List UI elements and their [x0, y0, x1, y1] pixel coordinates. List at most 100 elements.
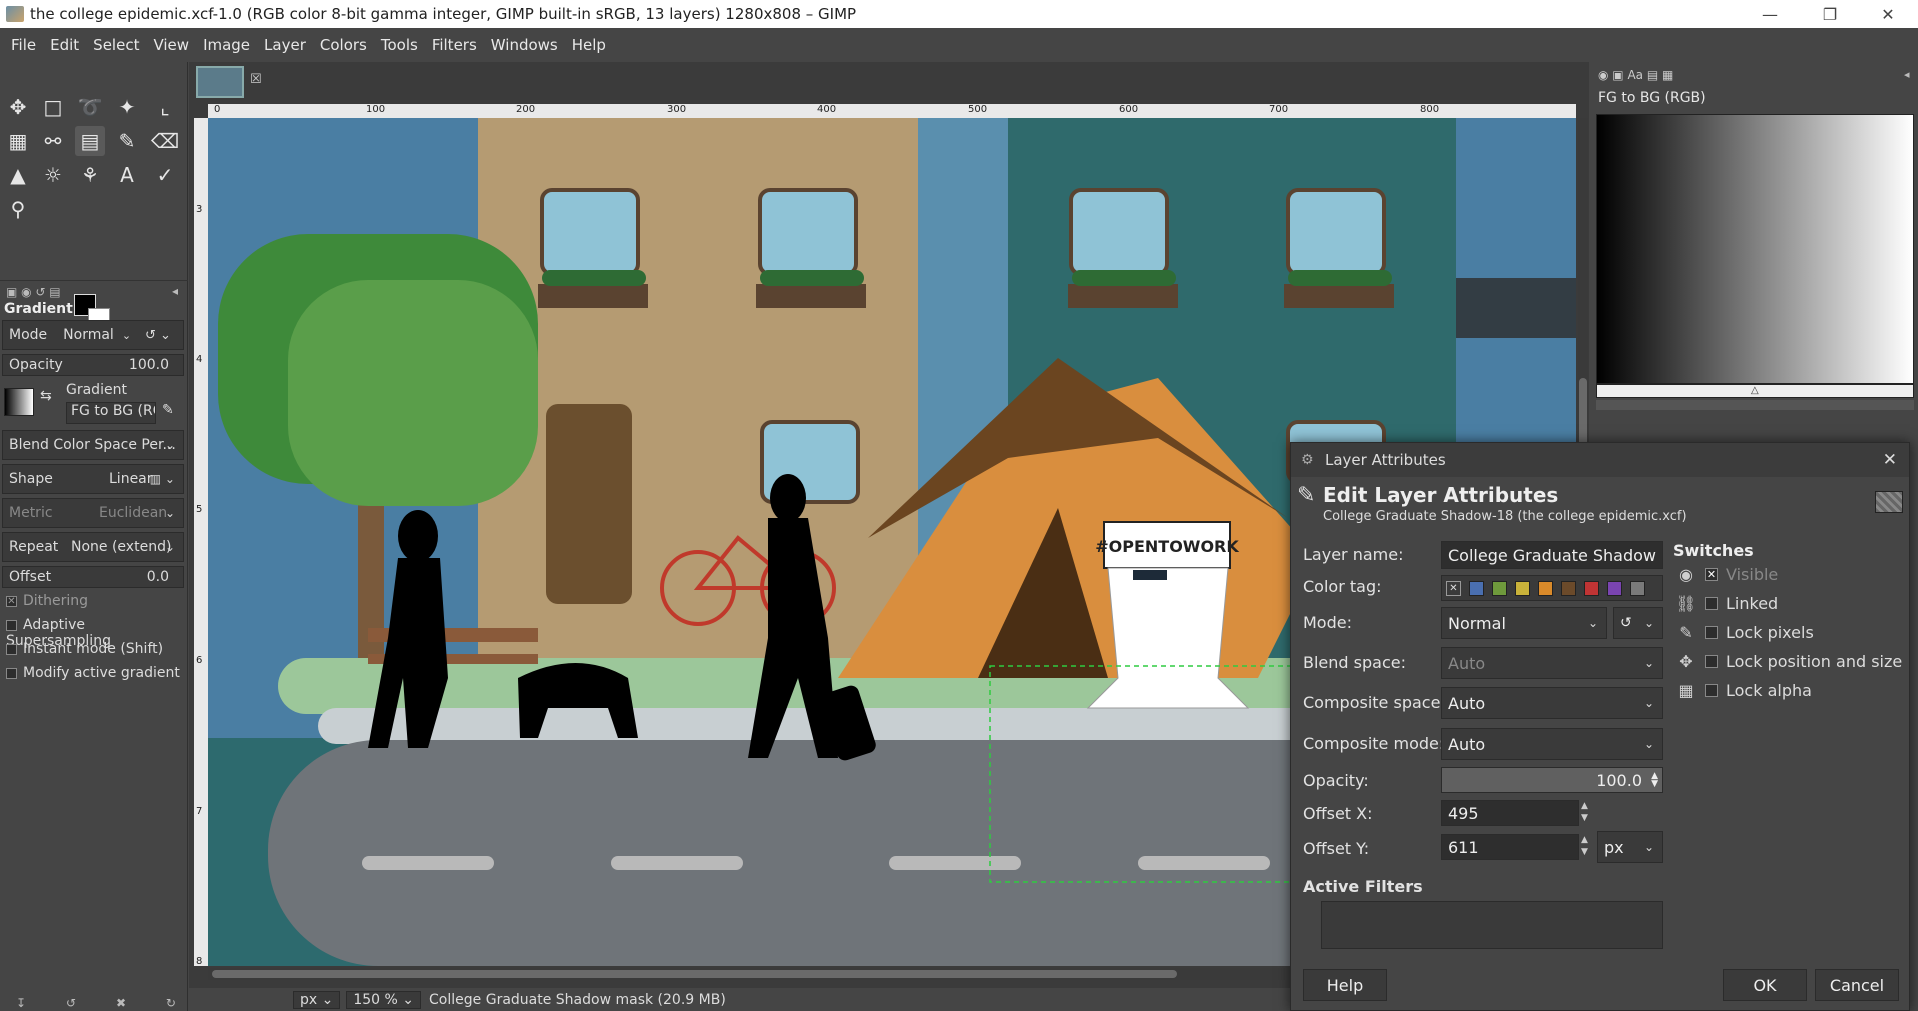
menu-layer[interactable]: Layer	[257, 36, 313, 54]
color-tag-none[interactable]: ✕	[1446, 581, 1461, 596]
close-image-tab-icon[interactable]: ☒	[250, 72, 262, 87]
gradient-name-field[interactable]: FG to BG (RG	[66, 402, 156, 424]
mode-row[interactable]: Mode Normal ⌄ ↺ ⌄	[2, 320, 184, 350]
mode-value[interactable]: Normal	[63, 327, 114, 343]
menu-windows[interactable]: Windows	[484, 36, 565, 54]
warp-tool-icon[interactable]: ⚯	[38, 126, 68, 156]
opacity-value: 100.0	[128, 357, 169, 373]
gradient-editor-preview[interactable]	[1596, 114, 1914, 384]
gradient-tool-icon[interactable]: ▤	[75, 126, 105, 156]
restore-button[interactable]: ❐	[1808, 0, 1852, 28]
gradient-swatch[interactable]	[4, 388, 34, 416]
help-button[interactable]: Help	[1303, 969, 1387, 1001]
minimize-button[interactable]: —	[1748, 0, 1792, 28]
offset-x-input[interactable]: 495	[1441, 800, 1579, 826]
dialog-close-icon[interactable]: ✕	[1883, 450, 1897, 470]
tool-options-tab-icon[interactable]: ▣ ◉ ↺ ▤	[6, 285, 61, 299]
paths-tool-icon[interactable]: ⚘	[75, 160, 105, 190]
eraser-tool-icon[interactable]: ⌫	[150, 126, 180, 156]
zoom-selector[interactable]: 150 % ⌄	[346, 990, 422, 1009]
lock-position-switch[interactable]: ✥ Lock position and size	[1673, 652, 1902, 671]
offset-x-spin-icon[interactable]: ▲ ▼	[1581, 800, 1588, 824]
reverse-gradient-icon[interactable]: ⇆	[40, 388, 52, 404]
gradient-stops-bar[interactable]: △	[1596, 384, 1914, 398]
shape-combo[interactable]: Shape Linear ▥ ⌄	[2, 464, 184, 494]
edit-gradient-icon[interactable]: ✎	[162, 402, 174, 418]
lock-pixels-switch[interactable]: ✎ Lock pixels	[1673, 623, 1813, 642]
save-options-icon[interactable]: ↧	[16, 996, 26, 1010]
composite-space-combo[interactable]: Auto ⌄	[1441, 687, 1663, 719]
ruler-tick: 3	[196, 204, 203, 215]
tool-options-tabs: ▣ ◉ ↺ ▤ ◂	[0, 280, 188, 302]
offset-value: 0.0	[146, 569, 169, 585]
close-window-button[interactable]: ✕	[1866, 0, 1910, 28]
menu-edit[interactable]: Edit	[43, 36, 86, 54]
crop-tool-icon[interactable]: ⌞	[150, 92, 180, 122]
ok-button[interactable]: OK	[1723, 969, 1807, 1001]
offset-y-input[interactable]: 611	[1441, 834, 1579, 860]
opacity-spin-icon[interactable]: ▲ ▼	[1651, 772, 1658, 789]
gradient-scrollbar[interactable]	[1596, 400, 1914, 410]
move-tool-icon[interactable]: ✥	[3, 92, 33, 122]
zoom-tool-icon[interactable]: ⚲	[3, 194, 33, 224]
color-tag-red[interactable]	[1584, 581, 1599, 596]
layer-name-input[interactable]: College Graduate Shadow	[1441, 541, 1663, 569]
color-tag-green[interactable]	[1492, 581, 1507, 596]
ruler-tick: 300	[667, 104, 687, 115]
smudge-tool-icon[interactable]: ☼	[38, 160, 68, 190]
dock-tab-icons[interactable]: ◉ ▣ Aa ▤ ▦	[1598, 68, 1673, 82]
sign-text: #OPENTOWORK	[1095, 537, 1239, 556]
color-tag-orange[interactable]	[1538, 581, 1553, 596]
offset-slider[interactable]: Offset 0.0	[2, 566, 184, 588]
opacity-slider[interactable]: 100.0 ▲ ▼	[1441, 767, 1663, 793]
modify-active-gradient-checkbox[interactable]: Modify active gradient	[6, 665, 180, 681]
mode-group-switch[interactable]: ↺ ⌄	[1613, 607, 1663, 639]
configure-tab-icon[interactable]: ◂	[172, 284, 178, 298]
text-tool-icon[interactable]: A	[112, 160, 142, 190]
rect-select-tool-icon[interactable]: □	[38, 92, 68, 122]
visible-switch[interactable]: ◉ ✕ Visible	[1673, 565, 1778, 584]
color-tag-blue[interactable]	[1469, 581, 1484, 596]
cancel-button[interactable]: Cancel	[1815, 969, 1899, 1001]
mode-combo[interactable]: Normal ⌄	[1441, 607, 1607, 639]
composite-mode-combo[interactable]: Auto ⌄	[1441, 728, 1663, 760]
menu-filters[interactable]: Filters	[425, 36, 484, 54]
color-tag-violet[interactable]	[1607, 581, 1622, 596]
gradient-selector[interactable]: ⇆ Gradient FG to BG (RG ✎	[2, 380, 184, 426]
offset-unit-combo[interactable]: px ⌄	[1597, 831, 1663, 863]
fuzzy-select-tool-icon[interactable]: ✦	[112, 92, 142, 122]
image-tab-thumbnail[interactable]	[196, 66, 244, 98]
lock-alpha-switch[interactable]: ▦ Lock alpha	[1673, 681, 1811, 700]
paintbrush-tool-icon[interactable]: ✎	[112, 126, 142, 156]
menu-image[interactable]: Image	[196, 36, 257, 54]
restore-options-icon[interactable]: ↺	[66, 996, 76, 1010]
opacity-slider[interactable]: Opacity 100.0	[2, 354, 184, 376]
linked-switch[interactable]: ⛓ Linked	[1673, 594, 1778, 613]
repeat-combo[interactable]: Repeat None (extend) ⌄	[2, 532, 184, 562]
offset-y-spin-icon[interactable]: ▲ ▼	[1581, 834, 1588, 858]
delete-options-icon[interactable]: ✖	[116, 996, 126, 1010]
reset-options-icon[interactable]: ↻	[166, 996, 176, 1010]
dock-menu-icon[interactable]: ◂	[1904, 68, 1910, 81]
menu-file[interactable]: File	[4, 36, 43, 54]
lasso-tool-icon[interactable]: ➰	[75, 92, 105, 122]
reset-mode-icon[interactable]: ↺ ⌄	[145, 328, 171, 343]
color-tag-yellow[interactable]	[1515, 581, 1530, 596]
color-tag-gray[interactable]	[1630, 581, 1645, 596]
blend-color-space-combo[interactable]: Blend Color Space Per... ⌄	[2, 430, 184, 460]
active-filters-list[interactable]	[1321, 901, 1663, 949]
clone-tool-icon[interactable]: ▲	[3, 160, 33, 190]
menu-view[interactable]: View	[146, 36, 196, 54]
dithering-checkbox[interactable]: ✕ Dithering	[6, 593, 88, 609]
midpoint-handle-icon[interactable]: △	[1751, 385, 1759, 396]
color-picker-tool-icon[interactable]: ✓	[150, 160, 180, 190]
menu-help[interactable]: Help	[565, 36, 613, 54]
instant-mode-checkbox[interactable]: Instant mode (Shift)	[6, 641, 163, 657]
menu-tools[interactable]: Tools	[374, 36, 425, 54]
color-tag-selector[interactable]: ✕	[1441, 575, 1663, 601]
unit-selector[interactable]: px ⌄	[293, 990, 341, 1009]
menu-select[interactable]: Select	[86, 36, 146, 54]
transform-tool-icon[interactable]: ▦	[3, 126, 33, 156]
menu-colors[interactable]: Colors	[313, 36, 374, 54]
color-tag-brown[interactable]	[1561, 581, 1576, 596]
